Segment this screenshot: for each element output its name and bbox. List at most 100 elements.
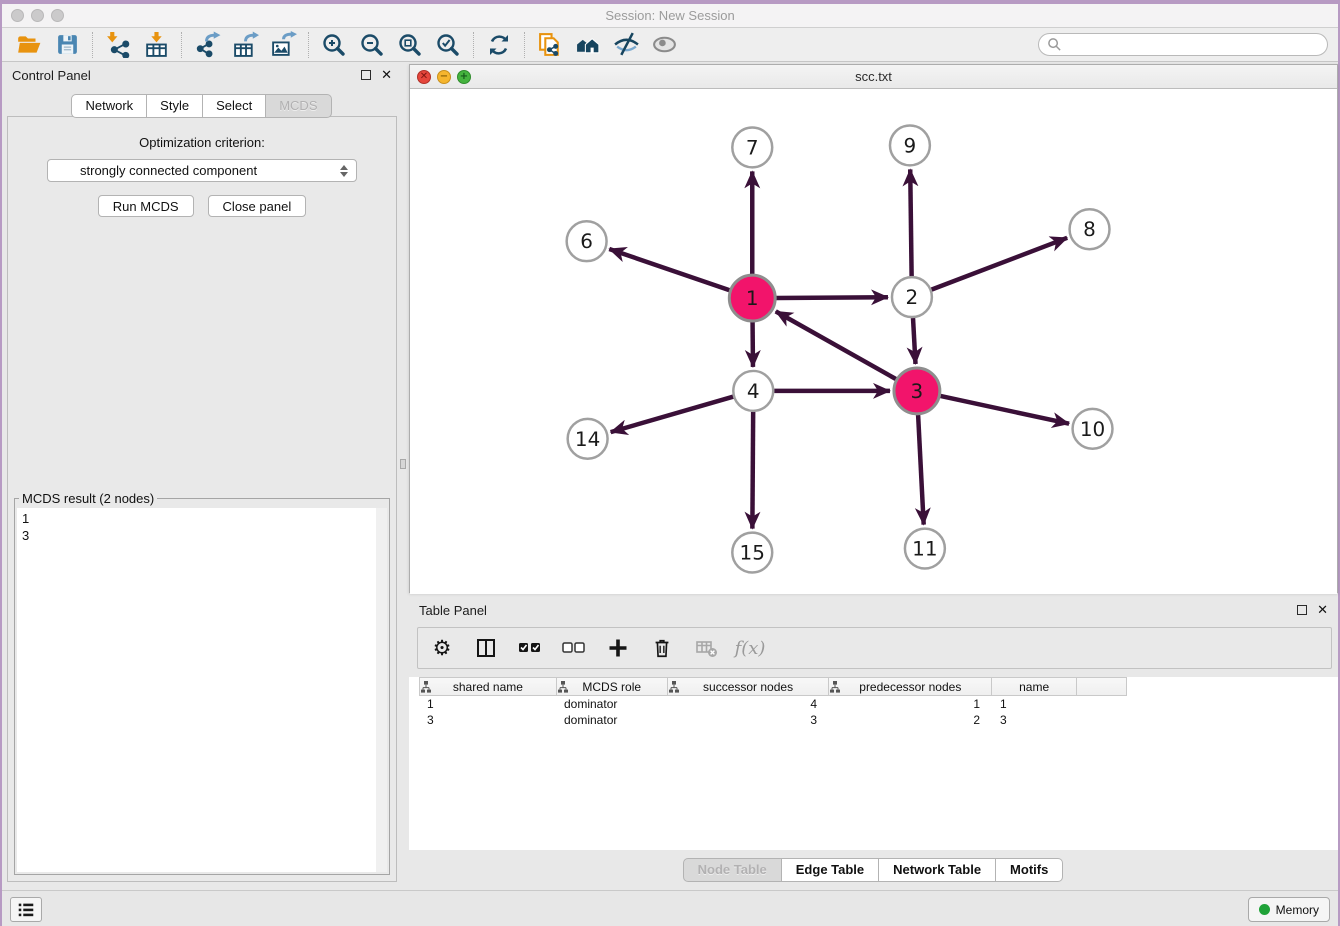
main-toolbar [2,28,1338,62]
tab-style[interactable]: Style [146,94,203,118]
graph-edge-1-6[interactable] [609,249,729,290]
table-header-row: shared name MCDS role successor nodes pr… [419,677,1127,696]
column-header-predecessor-nodes[interactable]: predecessor nodes [829,678,992,695]
delete-column-button[interactable] [650,636,674,660]
search-input[interactable] [1067,37,1319,53]
table-row[interactable]: 1dominator411 [419,696,1127,712]
columns-icon [475,637,497,659]
home-layout-button[interactable] [569,30,607,60]
table-settings-button[interactable]: ⚙ [430,636,454,660]
export-image-button[interactable] [264,30,302,60]
table-cell: 1 [992,696,1077,712]
memory-button[interactable]: Memory [1248,897,1330,922]
graph-node-label-2: 2 [906,285,919,309]
search-icon [1047,37,1062,52]
refresh-layout-button[interactable] [480,30,518,60]
hide-style-button[interactable] [607,30,645,60]
vertical-splitter-handle[interactable] [400,459,406,469]
export-table-icon [232,31,259,58]
tab-motifs[interactable]: Motifs [995,858,1063,882]
window-title: Session: New Session [2,8,1338,23]
tab-network[interactable]: Network [71,94,147,118]
graph-node-label-6: 6 [580,229,593,253]
network-graph[interactable]: 7968124314101511 [410,89,1337,594]
graph-edge-4-14[interactable] [611,397,733,432]
float-table-panel-icon[interactable] [1297,605,1307,615]
import-network-button[interactable] [99,30,137,60]
plus-icon [607,637,629,659]
network-titlebar: ✕ − + scc.txt [410,65,1337,89]
task-history-button[interactable] [10,897,42,922]
tab-node-table[interactable]: Node Table [683,858,782,882]
result-scrollbar[interactable] [376,508,387,872]
criterion-select[interactable]: strongly connected component [47,159,357,182]
optimization-criterion-label: Optimization criterion: [8,135,396,150]
run-mcds-button[interactable]: Run MCDS [98,195,194,217]
graph-edge-4-15[interactable] [752,412,753,529]
open-folder-icon [16,32,42,58]
graph-edge-2-3[interactable] [913,318,915,364]
eye-slash-icon [613,31,640,58]
app-window: Session: New Session Control Panel [2,4,1338,926]
table-row[interactable]: 3dominator323 [419,712,1127,728]
show-graphics-button[interactable] [645,30,683,60]
tab-edge-table[interactable]: Edge Table [781,858,879,882]
tab-select[interactable]: Select [202,94,266,118]
unselect-all-columns-button[interactable] [562,636,586,660]
toolbar-separator [181,32,182,58]
eye-icon [651,31,678,58]
graph-edge-3-1[interactable] [776,311,896,379]
graph-node-label-14: 14 [575,427,600,451]
graph-edge-3-10[interactable] [940,396,1069,424]
node-table: shared name MCDS role successor nodes pr… [409,677,1338,850]
graph-node-label-7: 7 [746,135,759,159]
table-panel: Table Panel ✕ ⚙ f(x) shared name MCDS ro… [409,597,1338,890]
toolbar-separator [92,32,93,58]
graph-edge-3-11[interactable] [918,415,924,525]
column-header-shared-name[interactable]: shared name [420,678,557,695]
import-network-icon [105,31,132,58]
add-column-button[interactable] [606,636,630,660]
home-icon [575,31,602,58]
global-search[interactable] [1038,33,1328,56]
zoom-in-button[interactable] [315,30,353,60]
show-columns-button[interactable] [474,636,498,660]
export-table-button[interactable] [226,30,264,60]
zoom-fit-button[interactable] [391,30,429,60]
save-session-button[interactable] [48,30,86,60]
table-cell: 3 [992,712,1077,728]
select-all-columns-button[interactable] [518,636,542,660]
graph-edge-1-2[interactable] [776,297,888,298]
table-cell: 3 [667,712,829,728]
mcds-result-text[interactable]: 1 3 [17,508,387,872]
list-icon [16,900,36,920]
criterion-value: strongly connected component [54,163,340,178]
table-cell: 2 [829,712,992,728]
clone-network-icon [537,31,564,58]
zoom-in-icon [321,32,347,58]
toolbar-separator [308,32,309,58]
clone-network-button[interactable] [531,30,569,60]
zoom-selected-button[interactable] [429,30,467,60]
graph-edge-2-8[interactable] [931,238,1067,290]
export-network-button[interactable] [188,30,226,60]
float-panel-icon[interactable] [361,70,371,80]
screen: Session: New Session Control Panel [0,0,1340,926]
zoom-out-button[interactable] [353,30,391,60]
column-header-mcds-role[interactable]: MCDS role [557,678,668,695]
table-panel-title: Table Panel [419,603,487,618]
column-header-name[interactable]: name [992,678,1077,695]
import-table-button[interactable] [137,30,175,60]
trash-icon [651,637,673,659]
table-tabs-bar: Node Table Edge Table Network Table Moti… [409,850,1338,890]
close-panel-button[interactable]: Close panel [208,195,307,217]
open-session-button[interactable] [10,30,48,60]
tab-mcds[interactable]: MCDS [265,94,331,118]
close-table-panel-icon[interactable]: ✕ [1317,603,1328,618]
table-cell: 4 [667,696,829,712]
close-panel-icon[interactable]: ✕ [381,68,392,83]
tab-network-table[interactable]: Network Table [878,858,996,882]
graph-edge-2-9[interactable] [910,169,911,276]
checked-boxes-icon [518,641,542,655]
column-header-successor-nodes[interactable]: successor nodes [668,678,830,695]
